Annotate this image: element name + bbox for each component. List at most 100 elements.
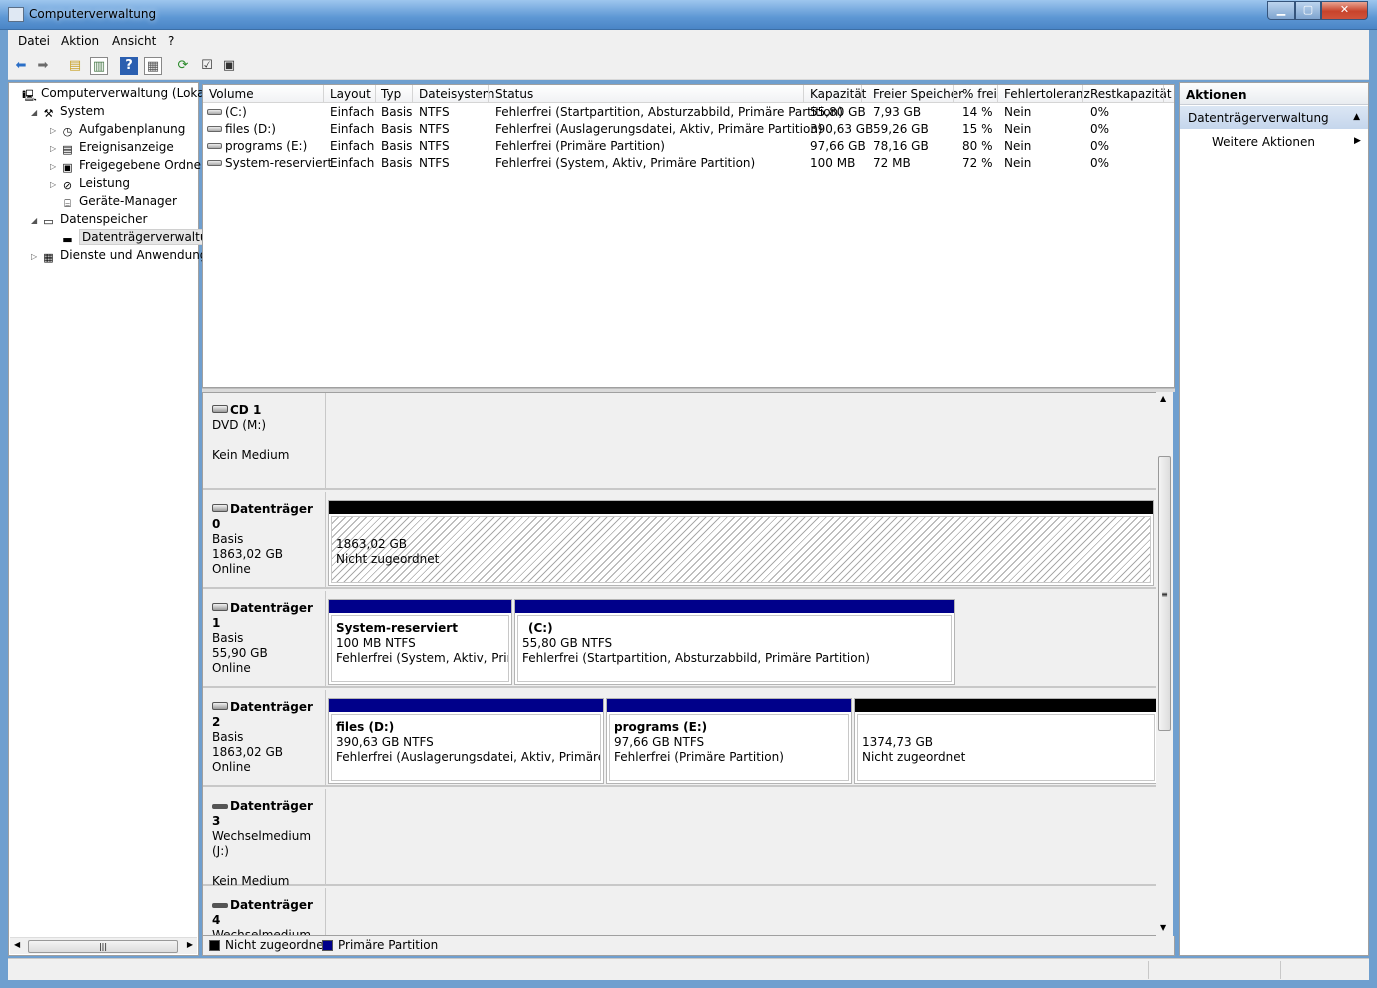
volume-cell: 80 % — [962, 139, 993, 153]
column-header[interactable]: Volume — [209, 87, 254, 101]
expander-icon[interactable]: ◢ — [31, 212, 41, 229]
tree-node[interactable]: ⌸ Geräte-Manager — [50, 193, 177, 210]
tree-node[interactable]: ▷ ▣ Freigegebene Ordner — [50, 157, 206, 174]
back-icon[interactable]: ⬅ — [12, 57, 30, 75]
show-hide-action-pane-icon[interactable]: ▦ — [144, 57, 162, 75]
disk-graphical-view[interactable]: CD 1 DVD (M:) Kein Medium Datenträger 0 Basi… — [202, 392, 1173, 936]
expander-icon[interactable]: ▷ — [50, 176, 60, 193]
navigation-tree[interactable]: 🖳 Computerverwaltung (Lokal) ◢ ⚒ System ▷ ◷ Auf… — [8, 82, 226, 956]
column-header[interactable]: Kapazität — [810, 87, 866, 101]
volume-cell: Einfach — [330, 105, 375, 119]
unallocated-space[interactable]: 1863,02 GB Nicht zugeordnet — [328, 500, 1154, 586]
disk-row[interactable]: Datenträger 3 Wechselmedium (J:) Kein Medi… — [203, 789, 1158, 888]
tree-node[interactable]: ◢ ⚒ System — [31, 103, 105, 120]
volume-list-header: Volume Layout Typ Dateisystem Status Kapazitä… — [203, 85, 1174, 103]
tree-scroll-thumb[interactable]: ||| — [28, 940, 178, 953]
scroll-up-icon[interactable]: ▲ — [1160, 394, 1166, 403]
column-divider[interactable] — [953, 85, 954, 103]
disk-row[interactable]: CD 1 DVD (M:) Kein Medium — [203, 393, 1158, 490]
volume-row[interactable]: files (D:) Einfach Basis NTFS Fehlerfrei (Au… — [203, 121, 1174, 138]
tree-node[interactable]: ▷ ◷ Aufgabenplanung — [50, 121, 185, 138]
tree-node[interactable]: ▷ ▦ Dienste und Anwendungen — [31, 247, 222, 264]
actions-section-disk-management[interactable]: Datenträgerverwaltung ▲ — [1180, 106, 1368, 129]
removable-drive-icon — [212, 903, 228, 908]
column-header[interactable]: Freier Speicher — [873, 87, 963, 101]
column-divider[interactable] — [803, 85, 804, 103]
volume-row[interactable]: System-reserviert Einfach Basis NTFS Fehlerf… — [203, 155, 1174, 172]
column-divider[interactable] — [1082, 85, 1083, 103]
volume-row[interactable]: programs (E:) Einfach Basis NTFS Fehlerfrei … — [203, 138, 1174, 155]
window-frame — [0, 30, 8, 988]
more-actions-link[interactable]: Weitere Aktionen — [1212, 135, 1315, 149]
column-header[interactable]: Restkapazität — [1090, 87, 1172, 101]
menu-ansicht[interactable]: Ansicht — [112, 34, 156, 48]
tree-node[interactable]: ◢ ▭ Datenspeicher — [31, 211, 147, 228]
partition[interactable]: programs (E:) 97,66 GB NTFS Fehlerfrei (Pr… — [606, 698, 852, 784]
column-divider[interactable] — [1163, 85, 1164, 103]
scroll-left-icon[interactable]: ◀ — [14, 940, 20, 949]
scroll-down-icon[interactable]: ▼ — [1160, 923, 1166, 932]
unallocated-space[interactable]: 1374,73 GB Nicht zugeordnet — [854, 698, 1158, 784]
disk-row[interactable]: Datenträger 1 Basis 55,90 GB Online System-r… — [203, 591, 1158, 688]
volume-cell: 72 % — [962, 156, 993, 170]
settings-icon[interactable]: ▣ — [220, 57, 238, 75]
window-title: Computerverwaltung — [29, 7, 157, 21]
menu-aktion[interactable]: Aktion — [61, 34, 99, 48]
volume-list[interactable]: Volume Layout Typ Dateisystem Status Kapazitä… — [202, 84, 1175, 388]
disk-label[interactable]: Datenträger 0 Basis 1863,02 GB Online — [203, 492, 326, 587]
menu-bar: Datei Aktion Ansicht ? — [8, 30, 1369, 52]
minimize-button[interactable]: ▁ — [1267, 1, 1295, 20]
column-header[interactable]: Status — [495, 87, 533, 101]
close-button[interactable]: ✕ — [1321, 1, 1368, 20]
menu-help[interactable]: ? — [168, 34, 174, 48]
collapse-up-icon[interactable]: ▲ — [1353, 112, 1360, 122]
maximize-button[interactable]: ▢ — [1295, 1, 1321, 20]
column-divider[interactable] — [375, 85, 376, 103]
expander-icon[interactable]: ▷ — [31, 248, 41, 265]
tree-node[interactable]: 🖳 Computerverwaltung (Lokal) — [12, 85, 212, 102]
tree-node[interactable]: ▷ ⊘ Leistung — [50, 175, 130, 192]
volume-cell: Fehlerfrei (Primäre Partition) — [495, 139, 665, 153]
help-icon[interactable]: ? — [120, 57, 138, 75]
disk-info: Kein Medium — [212, 874, 290, 888]
expander-icon[interactable]: ◢ — [31, 104, 41, 121]
column-divider[interactable] — [861, 85, 862, 103]
column-header[interactable]: Dateisystem — [419, 87, 494, 101]
disk-row[interactable]: Datenträger 4Wechselmedium (K: — [203, 888, 1158, 935]
disk-label[interactable]: Datenträger 4Wechselmedium (K: — [203, 888, 326, 935]
column-header[interactable]: Layout — [330, 87, 371, 101]
refresh-icon[interactable]: ⟳ — [174, 57, 192, 75]
column-divider[interactable] — [997, 85, 998, 103]
column-divider[interactable] — [412, 85, 413, 103]
expander-icon[interactable]: ▷ — [50, 158, 60, 175]
column-header[interactable]: Typ — [381, 87, 401, 101]
forward-icon[interactable]: ➡ — [34, 57, 52, 75]
expander-icon[interactable]: ▷ — [50, 122, 60, 139]
partition[interactable]: (C:) 55,80 GB NTFS Fehlerfrei (Startpartit… — [514, 599, 955, 685]
disk-row[interactable]: Datenträger 2 Basis 1863,02 GB Online files … — [203, 690, 1164, 787]
disk-view-scroll-thumb[interactable]: ≡ — [1158, 456, 1171, 731]
column-header[interactable]: Fehlertoleranz — [1004, 87, 1090, 101]
partition[interactable]: System-reserviert 100 MB NTFS Fehlerfrei (… — [328, 599, 512, 685]
expander-icon[interactable]: ▷ — [50, 140, 60, 157]
column-divider[interactable] — [323, 85, 324, 103]
partition[interactable]: files (D:) 390,63 GB NTFS Fehlerfrei (Ausl… — [328, 698, 604, 784]
title-bar[interactable]: Computerverwaltung ▁ ▢ ✕ — [0, 0, 1377, 30]
computer-management-icon — [8, 7, 24, 22]
column-divider[interactable] — [488, 85, 489, 103]
disk-label[interactable]: Datenträger 1 Basis 55,90 GB Online — [203, 591, 326, 686]
column-header[interactable]: % frei — [962, 87, 997, 101]
up-folder-icon[interactable]: ▤ — [66, 57, 84, 75]
disk-row[interactable]: Datenträger 0 Basis 1863,02 GB Online 1863,0… — [203, 492, 1160, 589]
disk-label[interactable]: Datenträger 2 Basis 1863,02 GB Online — [203, 690, 326, 785]
scroll-right-icon[interactable]: ▶ — [187, 940, 193, 949]
disk-label[interactable]: CD 1 DVD (M:) Kein Medium — [203, 393, 326, 488]
disk-label[interactable]: Datenträger 3 Wechselmedium (J:) Kein Medi… — [203, 789, 326, 888]
show-hide-tree-icon[interactable]: ▥ — [90, 57, 108, 75]
tree-node[interactable]: ▷ ▤ Ereignisanzeige — [50, 139, 174, 156]
volume-row[interactable]: (C:) Einfach Basis NTFS Fehlerfrei (Startpar… — [203, 104, 1174, 121]
tree-node[interactable]: ▬ Datenträgerverwaltung — [50, 229, 226, 246]
properties-icon[interactable]: ☑ — [198, 57, 216, 75]
tree-horizontal-scrollbar[interactable]: ◀ ||| ▶ — [10, 937, 197, 954]
menu-datei[interactable]: Datei — [18, 34, 50, 48]
